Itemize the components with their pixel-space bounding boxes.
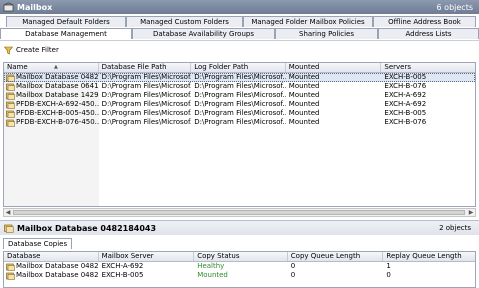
tab-address-lists[interactable]: Address Lists — [378, 28, 479, 39]
tab-offline-address-book[interactable]: Offline Address Book — [373, 16, 476, 27]
column-header-servers[interactable]: Servers — [381, 63, 475, 72]
table-row[interactable]: Mailbox Database 0641... D:\Program File… — [4, 82, 475, 91]
cell-name: Mailbox Database 0641... — [4, 82, 99, 91]
cell-servers: EXCH-B-005 — [384, 109, 427, 117]
cell-log-folder-path: D:\Program Files\Microsof... — [194, 82, 286, 90]
create-filter-button[interactable]: Create Filter — [4, 46, 59, 55]
column-header-copy-queue-length[interactable]: Copy Queue Length — [288, 252, 384, 261]
window-title: Mailbox — [17, 2, 53, 12]
table-row[interactable]: Mailbox Database 0482... EXCH-A-692 Heal… — [4, 262, 475, 271]
cell-mailbox-server: EXCH-A-692 — [101, 262, 144, 270]
cell-servers: EXCH-B-076 — [384, 82, 427, 90]
cell-name: Mailbox Database 1429... — [4, 91, 99, 100]
detail-pane-header: Mailbox Database 0482184043 2 objects — [0, 220, 479, 235]
cell-copy-queue-length: 0 — [290, 271, 296, 279]
column-header-mailbox-server[interactable]: Mailbox Server — [99, 252, 195, 261]
table-row[interactable]: Mailbox Database 0482... EXCH-B-005 Moun… — [4, 271, 475, 280]
database-icon — [6, 74, 15, 82]
cell-database: Mailbox Database 0482... — [4, 262, 99, 271]
cell-log-folder-path: D:\Program Files\Microsof... — [194, 118, 286, 126]
cell-mailbox-server: EXCH-B-005 — [101, 271, 144, 279]
cell-name: PFDB-EXCH-B-005-450... — [4, 109, 99, 118]
tab-managed-custom-folders[interactable]: Managed Custom Folders — [126, 16, 243, 27]
cell-name: PFDB-EXCH-B-076-450... — [4, 118, 99, 127]
database-icon — [6, 92, 15, 100]
detail-title: Mailbox Database 0482184043 — [17, 223, 157, 233]
cell-mounted: Mounted — [288, 91, 320, 99]
table-row[interactable]: Mailbox Database 1429... D:\Program File… — [4, 91, 475, 100]
cell-database-file-path: D:\Program Files\Microsof... — [101, 91, 192, 99]
tab-row-1: Managed Default Folders Managed Custom F… — [0, 16, 476, 27]
detail-object-count: 2 objects — [439, 224, 471, 232]
table-row[interactable]: PFDB-EXCH-B-076-450... D:\Program Files\… — [4, 118, 475, 127]
tab-sharing-policies[interactable]: Sharing Policies — [275, 28, 378, 39]
database-icon — [4, 224, 14, 233]
cell-log-folder-path: D:\Program Files\Microsof... — [194, 100, 286, 108]
database-icon — [6, 110, 15, 118]
scrollbar-thumb[interactable] — [13, 210, 465, 215]
column-header-log-folder-path[interactable]: Log Folder Path — [191, 63, 286, 72]
title-bar: Mailbox 6 objects — [0, 0, 479, 14]
tab-database-copies[interactable]: Database Copies — [3, 238, 73, 249]
database-icon — [6, 272, 15, 280]
cell-log-folder-path: D:\Program Files\Microsof... — [194, 91, 286, 99]
table-row[interactable]: PFDB-EXCH-A-692-450... D:\Program Files\… — [4, 100, 475, 109]
cell-mounted: Mounted — [288, 82, 320, 90]
tab-managed-folder-mailbox-policies[interactable]: Managed Folder Mailbox Policies — [243, 16, 373, 27]
copies-grid-header: Database Mailbox Server Copy Status Copy… — [4, 252, 475, 262]
horizontal-scrollbar[interactable]: ◀ ▶ — [3, 208, 476, 217]
cell-copy-queue-length: 0 — [290, 262, 296, 270]
cell-copy-status: Healthy — [197, 262, 225, 270]
create-filter-label: Create Filter — [16, 46, 59, 54]
cell-copy-status: Mounted — [197, 271, 228, 279]
cell-database-file-path: D:\Program Files\Microsof... — [101, 109, 192, 117]
cell-name: PFDB-EXCH-A-692-450... — [4, 100, 99, 109]
column-header-name[interactable]: Name ▲ — [4, 63, 99, 72]
column-header-database-file-path[interactable]: Database File Path — [99, 63, 192, 72]
scroll-left-icon[interactable]: ◀ — [4, 209, 12, 216]
mailbox-icon — [3, 2, 14, 12]
table-row[interactable]: PFDB-EXCH-B-005-450... D:\Program Files\… — [4, 109, 475, 118]
column-header-copy-status[interactable]: Copy Status — [194, 252, 288, 261]
tab-database-availability-groups[interactable]: Database Availability Groups — [132, 28, 275, 39]
cell-servers: EXCH-B-076 — [384, 118, 427, 126]
column-header-mounted[interactable]: Mounted — [286, 63, 382, 72]
cell-servers: EXCH-A-692 — [384, 91, 427, 99]
tab-row-2: Database Management Database Availabilit… — [0, 28, 479, 39]
grid-body: Mailbox Database 0482... D:\Program File… — [4, 73, 475, 206]
cell-mounted: Mounted — [288, 109, 320, 117]
cell-mounted: Mounted — [288, 118, 320, 126]
cell-replay-queue-length: 1 — [386, 262, 391, 270]
object-count: 6 objects — [436, 2, 473, 12]
cell-log-folder-path: D:\Program Files\Microsof... — [194, 73, 286, 81]
column-header-database[interactable]: Database — [4, 252, 99, 261]
cell-name: Mailbox Database 0482... — [4, 73, 99, 82]
cell-mounted: Mounted — [288, 100, 320, 108]
database-icon — [6, 119, 15, 127]
cell-database-file-path: D:\Program Files\Microsof... — [101, 118, 192, 126]
cell-database-file-path: D:\Program Files\Microsof... — [101, 100, 192, 108]
column-header-replay-queue-length[interactable]: Replay Queue Length — [383, 252, 475, 261]
database-icon — [6, 101, 15, 109]
cell-servers: EXCH-B-005 — [384, 73, 427, 81]
cell-replay-queue-length: 0 — [386, 271, 391, 279]
grid-header: Name ▲ Database File Path Log Folder Pat… — [4, 63, 475, 73]
cell-database-file-path: D:\Program Files\Microsof... — [101, 73, 192, 81]
cell-database: Mailbox Database 0482... — [4, 271, 99, 280]
database-grid: Name ▲ Database File Path Log Folder Pat… — [3, 62, 476, 207]
table-row[interactable]: Mailbox Database 0482... D:\Program File… — [4, 73, 475, 82]
database-icon — [6, 263, 15, 271]
tab-database-management[interactable]: Database Management — [0, 28, 132, 39]
filter-icon — [4, 46, 13, 54]
tab-managed-default-folders[interactable]: Managed Default Folders — [6, 16, 126, 27]
sort-ascending-icon: ▲ — [54, 64, 58, 70]
database-icon — [6, 83, 15, 91]
cell-servers: EXCH-A-692 — [384, 100, 427, 108]
toolbar: Create Filter — [0, 40, 479, 59]
cell-mounted: Mounted — [288, 73, 320, 81]
cell-database-file-path: D:\Program Files\Microsof... — [101, 82, 192, 90]
cell-log-folder-path: D:\Program Files\Microsof... — [194, 109, 286, 117]
database-copies-grid: Database Mailbox Server Copy Status Copy… — [3, 251, 476, 288]
scroll-right-icon[interactable]: ▶ — [467, 209, 475, 216]
